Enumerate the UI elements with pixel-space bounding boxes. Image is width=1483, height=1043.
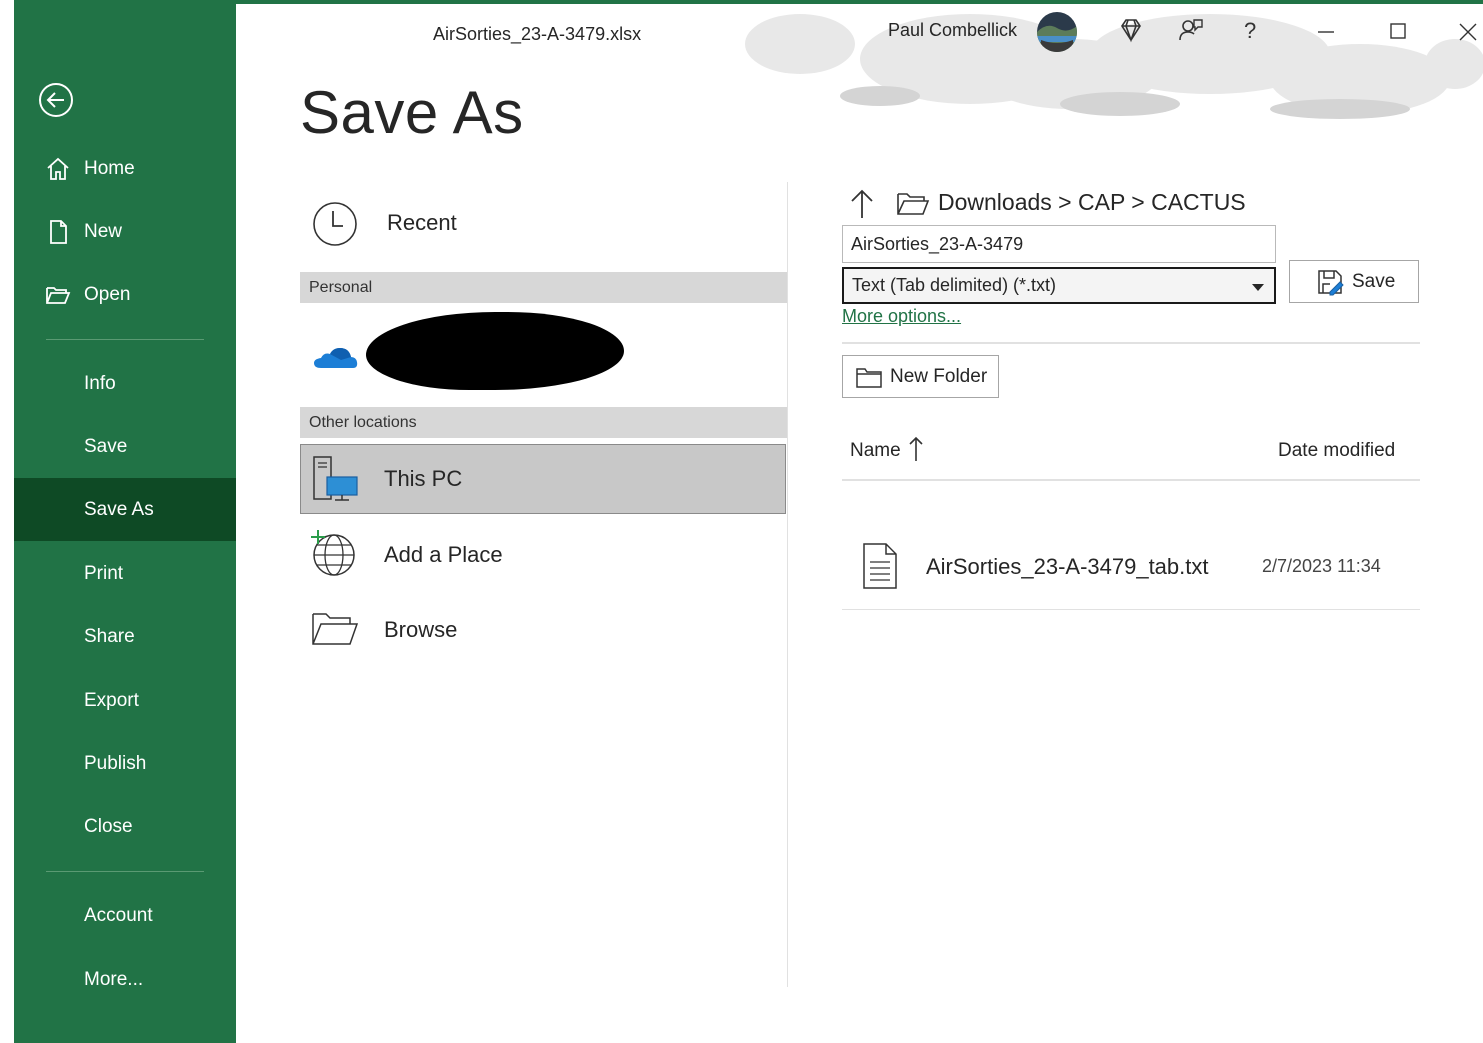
clock-icon [313,202,357,246]
location-browse[interactable]: Browse [300,606,786,652]
chevron-down-icon [1252,284,1264,291]
sidebar-divider [46,339,204,340]
breadcrumb[interactable]: Downloads > CAP > CACTUS [938,189,1246,216]
location-this-pc-label: This PC [384,466,463,491]
minimize-button[interactable] [1309,14,1343,48]
nav-save[interactable]: Save [14,415,236,478]
folder-icon [897,193,930,215]
nav-close-label: Close [84,815,133,837]
nav-new-label: New [84,220,123,242]
nav-more[interactable]: More... [14,948,236,1011]
nav-info[interactable]: Info [14,352,236,415]
up-arrow-icon[interactable] [848,188,876,220]
maximize-button[interactable] [1381,14,1415,48]
globe-add-icon [311,530,355,576]
nav-print[interactable]: Print [14,542,236,605]
window-file-name: AirSorties_23-A-3479.xlsx [433,24,642,44]
file-date-modified: 2/7/2023 11:34 [1262,556,1381,576]
nav-new[interactable]: New [14,200,236,263]
avatar[interactable] [1037,12,1077,52]
location-browse-label: Browse [384,617,458,642]
nav-publish[interactable]: Publish [14,732,236,795]
nav-save-as[interactable]: Save As [14,478,236,541]
save-button-label: Save [1352,271,1396,292]
more-options-link[interactable]: More options... [842,306,961,327]
location-add-place[interactable]: Add a Place [300,528,786,580]
location-this-pc[interactable]: This PC [300,444,786,514]
premium-diamond-icon[interactable] [1114,14,1148,48]
section-personal: Personal [300,272,787,303]
column-header-name-label: Name [850,440,901,461]
section-other-locations: Other locations [300,407,787,438]
save-button[interactable]: Save [1289,260,1419,303]
clouds-background [745,14,1483,119]
new-folder-icon [856,368,882,388]
redacted-account [366,312,624,390]
onedrive-cloud-icon [314,348,358,368]
filename-input[interactable] [842,225,1276,263]
divider [842,479,1420,481]
column-divider [787,182,788,987]
location-add-place-label: Add a Place [384,542,503,567]
nav-open[interactable]: Open [14,263,236,326]
file-list-item[interactable]: AirSorties_23-A-3479_tab.txt 2/7/2023 11… [842,530,1420,606]
back-button[interactable] [38,82,74,118]
sort-ascending-icon [909,436,923,461]
avatar-photo-icon [1037,12,1077,52]
user-name[interactable]: Paul Combellick [888,20,1017,41]
new-document-icon [50,219,67,244]
nav-close[interactable]: Close [14,795,236,858]
home-icon [47,157,69,180]
save-disk-icon [1318,270,1344,296]
close-window-button[interactable] [1449,14,1483,48]
computer-icon [313,456,358,501]
back-arrow-icon [39,83,73,117]
nav-print-label: Print [84,562,124,584]
text-file-icon [863,543,897,589]
nav-save-as-label: Save As [84,498,154,520]
location-recent-label: Recent [387,210,457,235]
nav-account[interactable]: Account [14,884,236,947]
help-button[interactable]: ? [1244,18,1256,44]
window-edge [0,0,14,1043]
nav-share[interactable]: Share [14,605,236,668]
nav-publish-label: Publish [84,752,147,774]
sidebar-divider [46,871,204,872]
open-folder-icon [46,286,71,304]
file-name: AirSorties_23-A-3479_tab.txt [926,554,1209,579]
nav-share-label: Share [84,625,135,647]
nav-info-label: Info [84,372,116,394]
nav-more-label: More... [84,968,144,990]
column-header-name[interactable]: Name [850,436,923,462]
divider [842,342,1420,344]
nav-home-label: Home [84,157,135,179]
nav-save-label: Save [84,435,128,457]
nav-open-label: Open [84,283,131,305]
new-folder-label: New Folder [890,366,988,387]
backstage-sidebar: Home New Open Info Save Save As Print Sh… [14,0,236,1043]
file-type-value: Text (Tab delimited) (*.txt) [852,275,1057,295]
nav-home[interactable]: Home [14,137,236,200]
new-folder-button[interactable]: New Folder [842,355,999,398]
file-type-dropdown[interactable]: Text (Tab delimited) (*.txt) [842,267,1276,304]
divider [842,609,1420,610]
nav-export[interactable]: Export [14,669,236,732]
coauthor-icon[interactable] [1174,14,1208,48]
nav-account-label: Account [84,904,153,926]
page-title: Save As [300,79,524,146]
location-recent[interactable]: Recent [300,196,786,252]
column-header-date-modified[interactable]: Date modified [1278,440,1395,462]
browse-folder-icon [312,613,359,645]
nav-export-label: Export [84,689,139,711]
